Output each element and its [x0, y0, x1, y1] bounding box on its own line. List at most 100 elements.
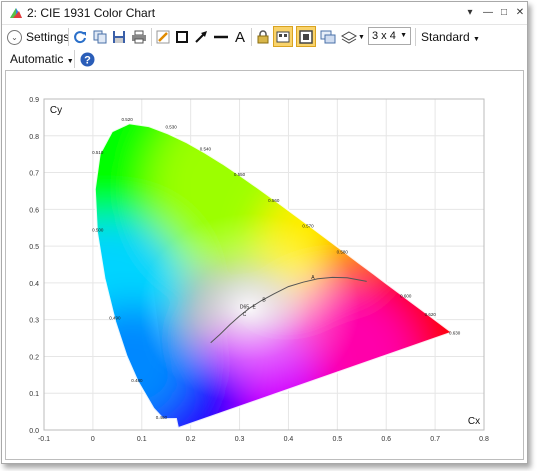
wavelength-label: 0.460	[156, 415, 168, 420]
x-tick-label: 0.4	[284, 436, 294, 443]
scale-dropdown[interactable]: Automatic ▼	[10, 52, 74, 66]
help-icon: ?	[80, 52, 94, 66]
layers-icon	[341, 31, 358, 44]
cie-chart: 0.460 0.480 0.490 0.500 0.510 0.520 0.530 0.540…	[29, 97, 489, 443]
y-tick-label: 0.4	[29, 281, 39, 288]
refresh-icon	[74, 31, 86, 44]
y-tick-label: 0.7	[29, 171, 39, 178]
wavelength-label: 0.600	[400, 294, 412, 299]
chevron-down-icon: ▼	[473, 36, 480, 43]
x-tick-label: 0.1	[137, 436, 147, 443]
wavelength-label: 0.580	[337, 249, 349, 254]
grid-size-combo[interactable]: 3 x 4 ▼	[368, 27, 411, 45]
fit-toggle[interactable]	[296, 26, 316, 47]
layout-toggle[interactable]	[273, 26, 293, 47]
pencil-button[interactable]	[155, 27, 171, 47]
chevron-down-icon: ⌄	[7, 29, 22, 45]
save-icon	[113, 31, 125, 43]
y-tick-label: 0.2	[29, 354, 39, 361]
chevron-down-icon: ▼	[66, 58, 74, 65]
chart-app-icon	[10, 8, 22, 18]
print-icon	[132, 30, 146, 44]
maximize-button[interactable]: □	[496, 5, 512, 21]
copy-icon	[93, 30, 107, 44]
wavelength-label: 0.630	[449, 330, 461, 335]
text-icon: A	[234, 28, 245, 46]
wavelength-label: 0.490	[109, 316, 121, 321]
y-tick-label: 0.5	[29, 244, 39, 251]
rectangle-button[interactable]	[174, 27, 190, 47]
x-axis-label: Cx	[468, 416, 480, 427]
wavelength-label: 0.510	[92, 150, 104, 155]
x-tick-label: 0.7	[430, 436, 440, 443]
save-button[interactable]	[111, 27, 127, 47]
x-tick-label: 0.8	[479, 436, 489, 443]
svg-text:?: ?	[84, 54, 91, 66]
refresh-button[interactable]	[72, 27, 88, 47]
pencil-icon	[156, 30, 170, 44]
arrow-button[interactable]	[193, 27, 209, 47]
layout-icon	[276, 31, 290, 42]
y-tick-label: 0.6	[29, 207, 39, 214]
line-button[interactable]	[212, 27, 230, 47]
wavelength-label: 0.520	[121, 117, 133, 122]
export-icon	[320, 30, 336, 44]
color-gamut	[94, 123, 453, 429]
scale-dropdown-label: Automatic	[10, 52, 64, 66]
x-tick-label: 0.3	[235, 436, 245, 443]
style-dropdown-label: Standard	[421, 30, 470, 44]
help-button[interactable]: ?	[79, 49, 95, 69]
window-title: 2: CIE 1931 Color Chart	[27, 6, 156, 20]
line-icon	[214, 35, 228, 39]
print-button[interactable]	[130, 27, 148, 47]
grid-size-value: 3 x 4	[372, 30, 396, 42]
toolbar-divider	[251, 28, 252, 46]
wavelength-label: 0.620	[425, 312, 437, 317]
layers-button[interactable]: ▼	[341, 27, 365, 47]
y-tick-label: 0.8	[29, 134, 39, 141]
lock-button[interactable]	[255, 27, 271, 47]
x-tick-label: 0.5	[332, 436, 342, 443]
illuminant-label: C	[243, 312, 247, 318]
chart-area: 0.460 0.480 0.490 0.500 0.510 0.520 0.530 0.540…	[5, 70, 524, 460]
lock-icon	[257, 30, 269, 44]
collapse-button[interactable]: ▾	[462, 5, 478, 21]
x-tick-label: 0	[91, 436, 95, 443]
minimize-button[interactable]: —	[480, 5, 496, 21]
y-axis-label: Cy	[50, 105, 62, 116]
y-tick-label: 0.9	[29, 97, 39, 104]
toolbar-divider	[415, 28, 416, 46]
style-dropdown[interactable]: Standard ▼	[421, 30, 480, 44]
x-tick-label: 0.6	[381, 436, 391, 443]
copy-button[interactable]	[92, 27, 108, 47]
x-tick-label: -0.1	[38, 436, 50, 443]
toolbar-divider	[68, 28, 69, 46]
arrow-icon	[195, 31, 207, 43]
chevron-down-icon: ▼	[358, 33, 365, 41]
toolbar: ⌄ Settings A ▼ 3 x 4 ▼ Standard ▼ Automa…	[2, 25, 527, 69]
close-button[interactable]: ✕	[512, 5, 528, 21]
fit-icon	[299, 29, 313, 44]
y-tick-label: 0.3	[29, 318, 39, 325]
wavelength-label: 0.480	[131, 378, 143, 383]
y-tick-label: 0.0	[29, 428, 39, 435]
toolbar-divider	[74, 50, 75, 68]
toolbar-divider	[151, 28, 152, 46]
wavelength-label: 0.560	[268, 198, 280, 203]
wavelength-label: 0.540	[200, 146, 212, 151]
title-bar: 2: CIE 1931 Color Chart ▾ — □ ✕	[2, 2, 527, 25]
text-button[interactable]: A	[232, 27, 248, 47]
wavelength-label: 0.550	[234, 172, 246, 177]
chevron-down-icon: ▼	[400, 32, 407, 39]
chart-window: 2: CIE 1931 Color Chart ▾ — □ ✕ ⌄ Settin…	[1, 1, 528, 464]
y-tick-label: 0.1	[29, 391, 39, 398]
export-button[interactable]	[319, 27, 337, 47]
illuminant-label: D65	[240, 305, 249, 311]
rectangle-icon	[176, 31, 188, 43]
x-tick-label: 0.2	[186, 436, 196, 443]
wavelength-label: 0.500	[92, 227, 104, 232]
wavelength-label: 0.530	[165, 124, 177, 129]
settings-button[interactable]: ⌄ Settings	[7, 27, 69, 47]
settings-label: Settings	[26, 30, 70, 44]
wavelength-label: 0.570	[302, 224, 314, 229]
